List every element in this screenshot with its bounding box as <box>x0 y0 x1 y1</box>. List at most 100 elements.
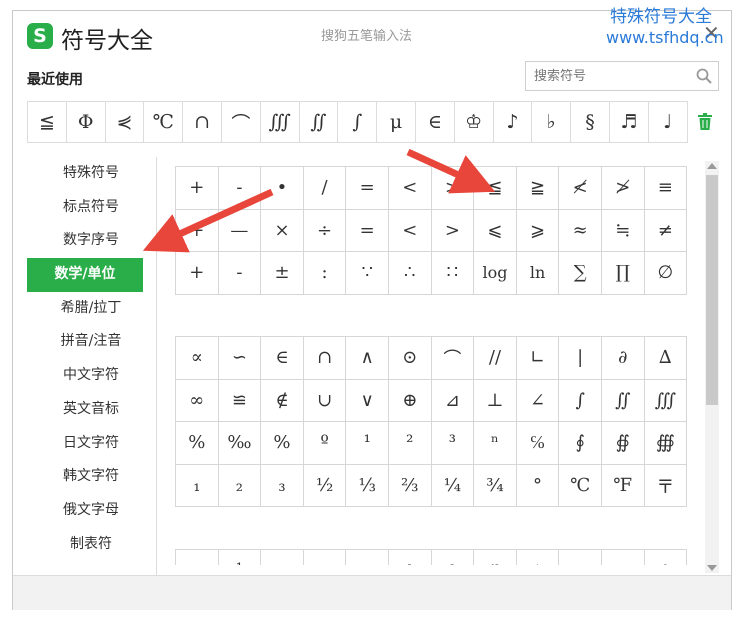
symbol-cell[interactable]: ⊥ <box>474 379 517 423</box>
symbol-cell[interactable]: / <box>303 167 347 210</box>
search-input[interactable] <box>526 62 686 90</box>
recent-symbol[interactable]: μ <box>377 102 416 142</box>
symbol-cell[interactable]: ∂ <box>601 337 645 380</box>
symbol-cell[interactable]: ₃ <box>261 464 304 508</box>
symbol-cell[interactable]: ⩾ <box>516 209 560 253</box>
symbol-cell[interactable]: - <box>218 252 262 295</box>
recent-symbol[interactable]: ∭ <box>261 102 300 142</box>
symbol-cell[interactable]: ≧ <box>516 167 560 210</box>
symbol-cell[interactable] <box>304 550 347 565</box>
symbol-cell[interactable]: ⁿ <box>474 422 517 465</box>
recent-symbol[interactable]: ⌒ <box>222 102 261 142</box>
recent-symbol[interactable]: ∈ <box>416 102 455 142</box>
symbol-cell[interactable]: ⊿ <box>431 379 475 423</box>
sidebar-item[interactable]: 标点符号 <box>27 191 155 225</box>
symbol-cell[interactable]: º <box>303 422 347 465</box>
symbol-cell[interactable]: % <box>176 422 219 465</box>
symbol-cell[interactable]: ⌒ <box>431 337 475 380</box>
sidebar-item[interactable]: 数学/单位 <box>27 258 143 292</box>
symbol-cell[interactable]: + <box>176 252 219 295</box>
scrollbar[interactable] <box>705 161 719 573</box>
symbol-cell[interactable]: ≦ <box>474 167 517 210</box>
symbol-cell[interactable]: + <box>176 167 219 210</box>
symbol-cell[interactable]: ⊙ <box>388 337 432 380</box>
symbol-cell[interactable]: ‰ <box>218 422 262 465</box>
symbol-cell[interactable]: = <box>346 209 389 253</box>
symbol-cell[interactable]: ∯ <box>601 422 645 465</box>
symbol-cell[interactable]: ∅ <box>644 252 688 295</box>
symbol-cell[interactable]: ³ <box>431 422 475 465</box>
sidebar-item[interactable]: 韩文字符 <box>27 460 155 494</box>
symbol-cell[interactable]: ¹ <box>346 422 389 465</box>
symbol-cell[interactable]: : <box>303 252 347 295</box>
symbol-cell[interactable]: // <box>474 337 517 380</box>
symbol-cell[interactable]: | <box>559 337 602 380</box>
recent-symbol[interactable]: ♩ <box>649 102 688 142</box>
scroll-up-icon[interactable] <box>707 163 717 169</box>
recent-symbol[interactable]: ♔ <box>455 102 494 142</box>
symbol-cell[interactable]: ∭ <box>644 379 688 423</box>
symbol-cell[interactable]: ± <box>261 252 304 295</box>
symbol-cell[interactable]: • <box>261 167 304 210</box>
symbol-cell[interactable]: ≈ <box>559 209 602 253</box>
symbol-cell[interactable]: ⩽ <box>474 209 517 253</box>
symbol-cell[interactable]: ∩ <box>303 337 347 380</box>
recent-symbol[interactable]: ∩ <box>183 102 222 142</box>
sidebar-item[interactable]: 俄文字母 <box>27 494 155 528</box>
symbol-cell[interactable]: > <box>431 209 475 253</box>
symbol-cell[interactable]: ∨ <box>346 379 389 423</box>
recent-symbol[interactable]: ∬ <box>300 102 339 142</box>
symbol-cell[interactable]: ¾ <box>474 464 517 508</box>
symbol-cell[interactable]: ≯ <box>601 167 645 210</box>
symbol-cell[interactable]: ∴ <box>388 252 432 295</box>
symbol-cell[interactable]: ½ <box>303 464 347 508</box>
symbol-cell[interactable]: ⊕ <box>388 379 432 423</box>
recent-symbol[interactable]: ∫ <box>338 102 378 142</box>
symbol-cell[interactable]: ₂ <box>218 464 262 508</box>
symbol-cell[interactable]: ² <box>388 422 432 465</box>
symbol-cell[interactable] <box>346 550 389 565</box>
symbol-cell[interactable]: ∉ <box>261 379 304 423</box>
sidebar-item[interactable]: 拼音/注音 <box>27 325 155 359</box>
symbol-cell[interactable]: ◇ <box>517 550 560 565</box>
symbol-cell[interactable]: — <box>218 209 262 253</box>
sidebar-item[interactable]: 制表符 <box>27 528 155 562</box>
recent-symbol[interactable]: ℃ <box>144 102 184 142</box>
symbol-cell[interactable]: ÷ <box>303 209 347 253</box>
symbol-cell[interactable]: % <box>261 422 304 465</box>
symbol-cell[interactable]: ∝ <box>176 337 219 380</box>
symbol-cell[interactable]: ℉ <box>601 464 645 508</box>
symbol-cell[interactable] <box>261 550 304 565</box>
symbol-cell[interactable]: ∫ <box>559 379 602 423</box>
symbol-cell[interactable]: ∬ <box>601 379 645 423</box>
symbol-cell[interactable]: 〒 <box>644 464 688 508</box>
symbol-cell[interactable]: × <box>261 209 304 253</box>
symbol-cell[interactable]: log <box>474 252 517 295</box>
search-box[interactable] <box>525 61 719 91</box>
symbol-cell[interactable]: ∧ <box>346 337 389 380</box>
symbol-cell[interactable]: ⅓ <box>346 464 389 508</box>
symbol-cell[interactable]: ℃ <box>559 464 602 508</box>
recent-symbol[interactable]: ⋞ <box>106 102 145 142</box>
symbol-cell[interactable]: ≮ <box>559 167 602 210</box>
symbol-cell[interactable]: ᶦ <box>432 550 475 565</box>
symbol-cell[interactable]: ∷ <box>431 252 475 295</box>
symbol-cell[interactable]: ∰ <box>644 422 688 465</box>
symbol-cell[interactable]: ∈ <box>261 337 304 380</box>
symbol-cell[interactable]: ¼ <box>431 464 475 508</box>
symbol-cell[interactable]: = <box>346 167 389 210</box>
symbol-cell[interactable]: ᵒ <box>645 550 688 565</box>
symbol-cell[interactable]: ∏ <box>601 252 645 295</box>
symbol-cell[interactable]: ∠ <box>516 379 560 423</box>
symbol-cell[interactable]: ₁ <box>176 464 219 508</box>
sidebar-item[interactable]: 数字序号 <box>27 224 155 258</box>
symbol-cell[interactable]: ∟ <box>516 337 560 380</box>
symbol-cell[interactable]: ᶦ <box>389 550 432 565</box>
symbol-cell[interactable]: ⁻ <box>559 550 602 565</box>
symbol-cell[interactable]: ∪ <box>303 379 347 423</box>
symbol-cell[interactable]: ° <box>516 464 560 508</box>
sidebar-item[interactable]: 中文字符 <box>27 359 155 393</box>
symbol-cell[interactable]: ≠ <box>644 209 688 253</box>
scroll-down-icon[interactable] <box>707 565 717 571</box>
symbol-cell[interactable]: < <box>388 167 432 210</box>
